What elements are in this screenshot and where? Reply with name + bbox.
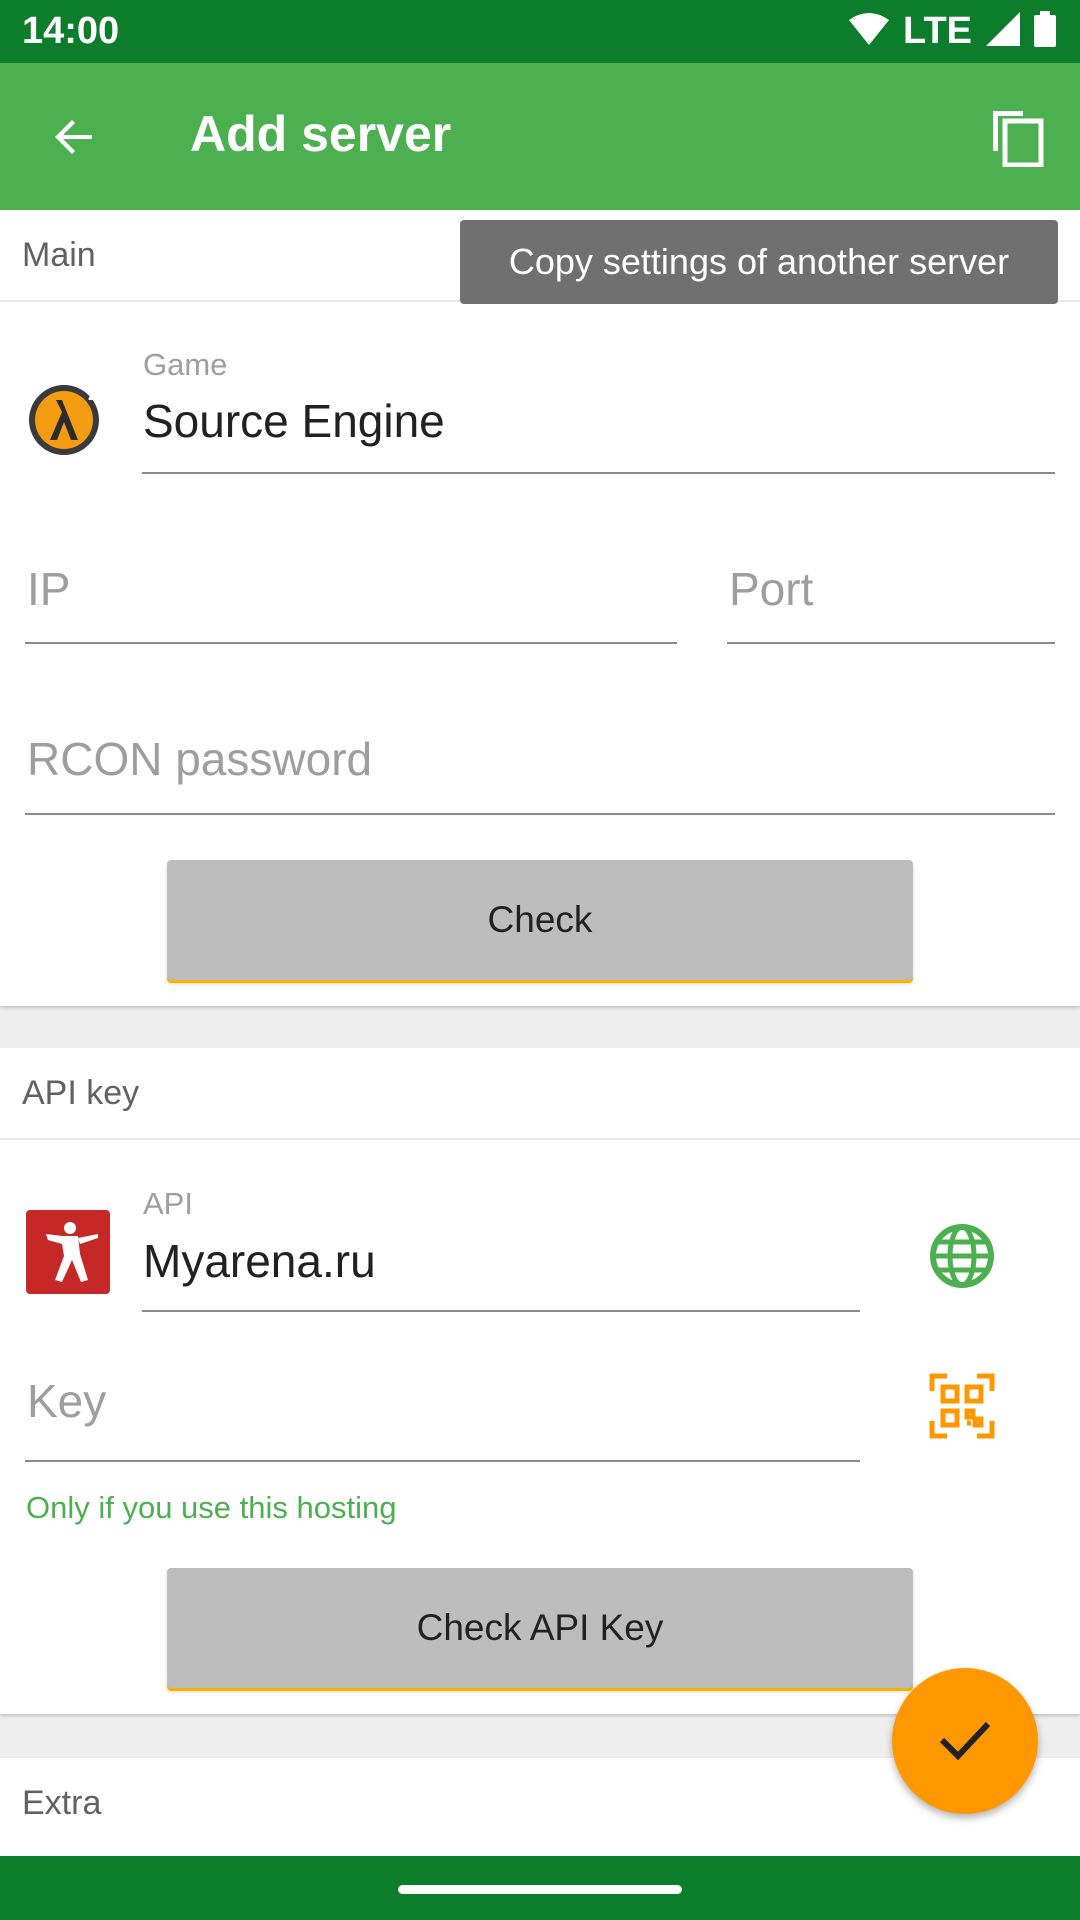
api-field[interactable]: Myarena.ru <box>143 1234 376 1288</box>
tooltip: Copy settings of another server <box>460 220 1058 304</box>
port-underline <box>727 642 1055 644</box>
status-time: 14:00 <box>22 10 120 52</box>
api-key-header-label: API key <box>22 1074 140 1112</box>
app-bar <box>0 63 1080 210</box>
extra-header-label: Extra <box>22 1784 102 1822</box>
ip-input[interactable]: IP <box>27 562 70 616</box>
signal-icon <box>986 11 1020 51</box>
game-underline <box>142 472 1055 474</box>
ip-underline <box>25 642 677 644</box>
save-fab-button[interactable] <box>892 1668 1038 1814</box>
back-arrow-icon <box>50 113 98 166</box>
main-card: Main 2 Game Source Engine IP Port RCON p… <box>0 210 1080 1006</box>
network-type: LTE <box>903 9 972 52</box>
copy-settings-button[interactable] <box>978 100 1056 178</box>
rcon-underline <box>25 813 1055 815</box>
qr-code-icon <box>929 1373 995 1444</box>
home-indicator[interactable] <box>398 1885 682 1894</box>
copy-icon <box>989 107 1045 172</box>
api-key-header: API key <box>0 1048 1080 1140</box>
svg-text:2: 2 <box>88 384 98 404</box>
check-api-key-button[interactable]: Check API Key <box>167 1568 913 1688</box>
api-label: API <box>143 1186 193 1221</box>
page-title: Add server <box>190 106 452 162</box>
api-underline <box>142 1310 860 1312</box>
game-label: Game <box>143 347 228 382</box>
main-header-label: Main <box>22 236 96 274</box>
key-input[interactable]: Key <box>27 1374 106 1428</box>
port-input[interactable]: Port <box>729 562 813 616</box>
check-button[interactable]: Check <box>167 860 913 980</box>
checkmark-icon <box>938 1712 992 1771</box>
key-underline <box>25 1460 860 1462</box>
helper-text: Only if you use this hosting <box>26 1490 397 1525</box>
back-button[interactable] <box>40 105 108 173</box>
rcon-password-input[interactable]: RCON password <box>27 732 372 786</box>
half-life-2-icon: 2 <box>26 378 106 458</box>
counter-strike-icon <box>26 1210 110 1294</box>
wifi-icon <box>849 12 890 51</box>
globe-button[interactable] <box>922 1218 1002 1298</box>
game-field[interactable]: Source Engine <box>143 394 445 448</box>
battery-icon <box>1034 10 1056 52</box>
globe-icon <box>929 1223 995 1294</box>
qr-scan-button[interactable] <box>922 1368 1002 1448</box>
status-icons: LTE <box>849 8 1056 54</box>
api-key-card: API key API Myarena.ru Key Only if you u… <box>0 1048 1080 1714</box>
